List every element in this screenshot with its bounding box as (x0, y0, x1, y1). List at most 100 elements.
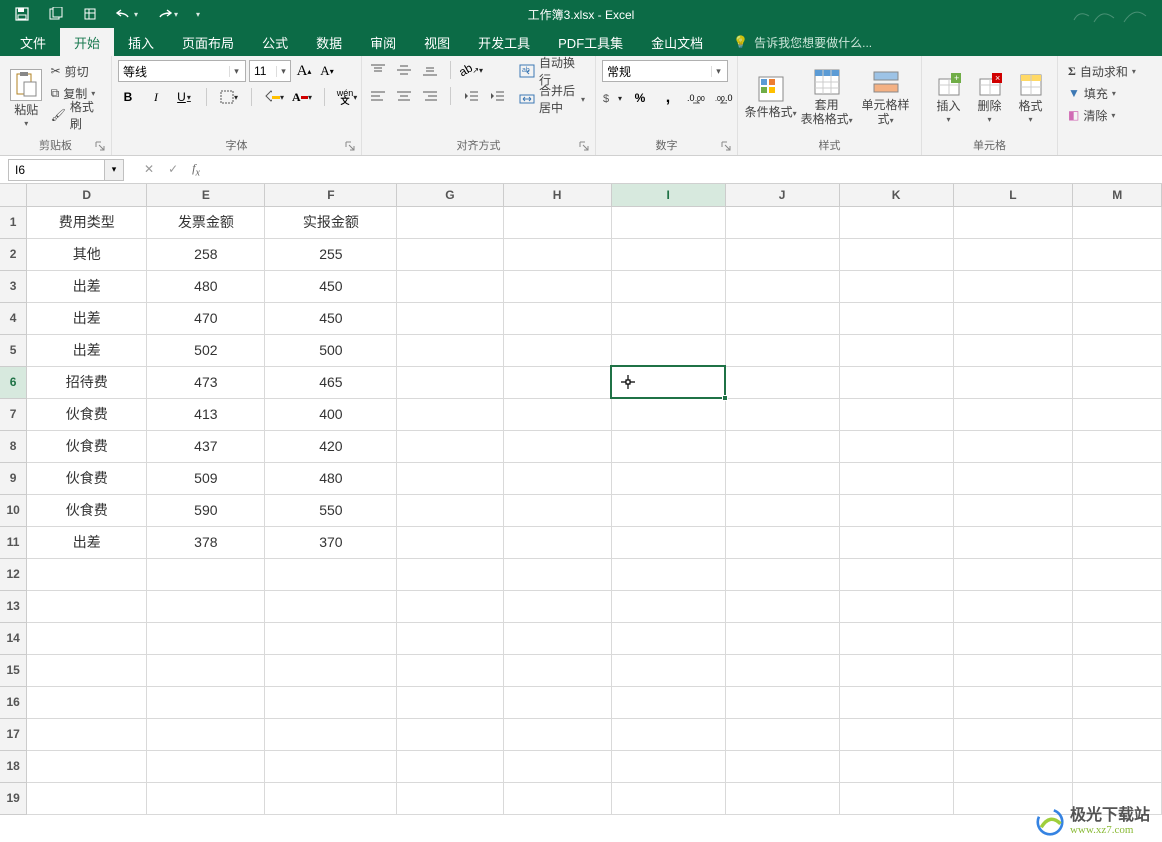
cell[interactable] (1073, 590, 1162, 622)
cell[interactable] (725, 270, 839, 302)
column-header[interactable]: F (265, 184, 397, 206)
cell[interactable] (953, 654, 1073, 686)
italic-button[interactable]: I (146, 87, 166, 107)
cell[interactable] (27, 590, 147, 622)
cell[interactable] (725, 494, 839, 526)
save-icon[interactable] (14, 6, 30, 22)
row-header[interactable]: 6 (0, 366, 27, 398)
column-header[interactable]: H (503, 184, 611, 206)
row-header[interactable]: 12 (0, 558, 27, 590)
tab-insert[interactable]: 插入 (114, 28, 168, 56)
column-header[interactable]: K (839, 184, 953, 206)
cell[interactable] (839, 238, 953, 270)
cell[interactable] (725, 302, 839, 334)
cell[interactable] (611, 558, 725, 590)
cell[interactable] (953, 750, 1073, 782)
cell[interactable] (503, 238, 611, 270)
row-header[interactable]: 3 (0, 270, 27, 302)
cell[interactable] (1073, 398, 1162, 430)
name-box-input[interactable] (8, 159, 104, 181)
cell[interactable]: 伙食费 (27, 462, 147, 494)
cell[interactable] (265, 686, 397, 718)
cell[interactable] (503, 494, 611, 526)
cell[interactable] (611, 206, 725, 238)
cell[interactable] (725, 238, 839, 270)
cell[interactable] (397, 750, 503, 782)
cell[interactable] (397, 718, 503, 750)
decrease-decimal-button[interactable]: .00.0 (714, 88, 734, 108)
cell[interactable] (953, 590, 1073, 622)
font-color-button[interactable]: A▾ (292, 87, 312, 107)
cell[interactable] (503, 622, 611, 654)
qat-customize[interactable]: ▾ (196, 10, 200, 19)
cell[interactable] (397, 238, 503, 270)
cell[interactable] (1073, 654, 1162, 686)
cell[interactable]: 出差 (27, 270, 147, 302)
cell[interactable] (503, 366, 611, 398)
cell[interactable]: 出差 (27, 526, 147, 558)
cell[interactable] (1073, 750, 1162, 782)
cell[interactable] (839, 430, 953, 462)
cell[interactable] (147, 686, 265, 718)
font-size-selector[interactable]: ▾ (249, 60, 291, 82)
cell[interactable] (611, 750, 725, 782)
cell[interactable] (1073, 718, 1162, 750)
cell[interactable] (27, 750, 147, 782)
cell[interactable]: 400 (265, 398, 397, 430)
cell[interactable]: 480 (147, 270, 265, 302)
cell[interactable] (953, 686, 1073, 718)
cell[interactable] (953, 526, 1073, 558)
cell[interactable]: 费用类型 (27, 206, 147, 238)
cell[interactable] (1073, 430, 1162, 462)
cell[interactable] (503, 270, 611, 302)
cell[interactable]: 伙食费 (27, 494, 147, 526)
cell[interactable] (397, 366, 503, 398)
cell[interactable]: 255 (265, 238, 397, 270)
cell[interactable] (839, 302, 953, 334)
cell[interactable] (611, 238, 725, 270)
cell[interactable] (1073, 622, 1162, 654)
phonetic-guide-button[interactable]: wén文▾ (337, 87, 357, 107)
cell[interactable]: 伙食费 (27, 398, 147, 430)
cancel-formula-icon[interactable]: ✕ (144, 162, 154, 176)
row-header[interactable]: 1 (0, 206, 27, 238)
accounting-format-button[interactable]: $▾ (602, 88, 622, 108)
cell[interactable] (503, 526, 611, 558)
align-middle-icon[interactable] (394, 60, 414, 80)
font-name-selector[interactable]: ▾ (118, 60, 246, 82)
cell[interactable] (725, 526, 839, 558)
cell[interactable] (953, 238, 1073, 270)
cell[interactable]: 470 (147, 302, 265, 334)
cell[interactable] (147, 558, 265, 590)
format-as-table-button[interactable]: 套用 表格格式▾ (797, 60, 856, 136)
cell[interactable] (397, 430, 503, 462)
cell[interactable] (725, 782, 839, 814)
increase-indent-icon[interactable] (487, 86, 507, 106)
select-all-corner[interactable] (0, 184, 27, 206)
cell[interactable] (953, 558, 1073, 590)
percent-format-button[interactable]: % (630, 88, 650, 108)
cell[interactable] (839, 622, 953, 654)
cell[interactable] (953, 270, 1073, 302)
cell[interactable] (503, 654, 611, 686)
row-header[interactable]: 2 (0, 238, 27, 270)
row-header[interactable]: 13 (0, 590, 27, 622)
cell[interactable] (147, 654, 265, 686)
row-header[interactable]: 19 (0, 782, 27, 814)
cell[interactable] (397, 462, 503, 494)
row-header[interactable]: 18 (0, 750, 27, 782)
cell[interactable] (725, 462, 839, 494)
cell[interactable] (27, 782, 147, 814)
row-header[interactable]: 10 (0, 494, 27, 526)
cell[interactable] (503, 302, 611, 334)
cell[interactable] (839, 270, 953, 302)
paste-button[interactable]: 粘贴 ▾ (6, 60, 47, 136)
number-format-selector[interactable]: ▾ (602, 60, 728, 82)
cell[interactable]: 发票金额 (147, 206, 265, 238)
cell[interactable] (611, 590, 725, 622)
cell[interactable]: 378 (147, 526, 265, 558)
cell[interactable] (147, 750, 265, 782)
cell[interactable] (1073, 686, 1162, 718)
qat-button-2[interactable] (48, 6, 64, 22)
tab-file[interactable]: 文件 (6, 28, 60, 56)
